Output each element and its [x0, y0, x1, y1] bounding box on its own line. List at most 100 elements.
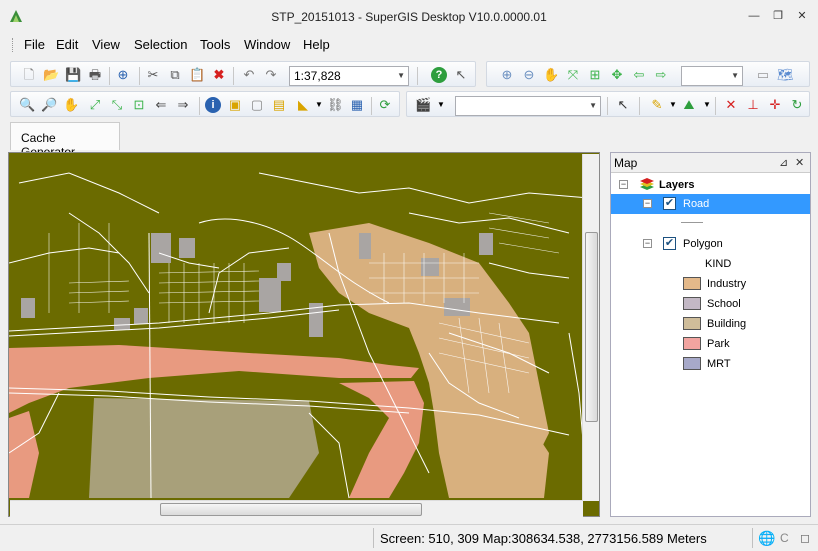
new-document-icon[interactable]: 🗋 [21, 67, 37, 83]
horizontal-scroll-thumb[interactable] [160, 503, 422, 516]
map-horizontal-scrollbar[interactable] [10, 500, 583, 517]
map-scale-combo[interactable]: 1:37,828 ▼ [289, 66, 409, 86]
tab-cache-generator[interactable]: Cache Generator [10, 122, 120, 159]
menu-selection[interactable]: Selection [134, 37, 187, 52]
pan-hand-icon[interactable]: ✋ [543, 67, 559, 83]
navigation-combo[interactable]: ▼ [681, 66, 743, 86]
select-features-icon[interactable]: ▣ [227, 97, 243, 113]
print-icon[interactable]: 🖶 [87, 67, 103, 83]
layout-icon[interactable]: ▭ [755, 67, 771, 83]
previous-extent-icon[interactable]: ⇦ [631, 67, 647, 83]
menu-tools[interactable]: Tools [200, 37, 230, 52]
delete-icon[interactable]: ✖ [211, 67, 227, 83]
window-title: STP_20151013 - SuperGIS Desktop V10.0.00… [271, 10, 547, 24]
whats-this-icon[interactable]: ↖ [453, 67, 469, 83]
redo-icon[interactable]: ↷ [263, 67, 279, 83]
menu-grip[interactable] [12, 38, 15, 52]
close-window-button[interactable]: ✕ [794, 8, 810, 24]
editor-icon[interactable]: 🎬 [415, 97, 431, 113]
close-panel-icon[interactable]: ✕ [795, 156, 804, 169]
grid-icon[interactable]: ▦ [349, 97, 365, 113]
select-by-attribute-icon[interactable]: ▤ [271, 97, 287, 113]
next-extent-icon[interactable]: ⇨ [653, 67, 669, 83]
perpendicular-icon[interactable]: ⊥ [745, 97, 761, 113]
chevron-down-icon[interactable]: ▼ [589, 101, 597, 110]
refresh-icon[interactable]: ⟳ [377, 97, 393, 113]
clear-selection-icon[interactable]: ▢ [249, 97, 265, 113]
layer-road-label: Road [683, 198, 710, 210]
legend-label: Industry [707, 278, 747, 290]
sketch-pencil-icon[interactable]: ✎ [649, 97, 665, 113]
move-vertex-icon[interactable]: ✛ [767, 97, 783, 113]
restore-button[interactable]: ❐ [770, 8, 786, 24]
collapse-icon[interactable]: − [643, 199, 652, 208]
layer-polygon-checkbox[interactable]: ✔ [663, 237, 676, 250]
menu-help[interactable]: Help [303, 37, 330, 52]
chevron-down-icon[interactable]: ▼ [311, 97, 327, 113]
legend-item-park[interactable]: Park [611, 334, 810, 354]
edit-tool-icon[interactable]: ↖ [615, 97, 631, 113]
zoom-to-layer-icon[interactable]: ⤡ [109, 97, 125, 113]
identify-icon[interactable]: i [205, 97, 221, 113]
toc-root-layers[interactable]: − Layers [611, 175, 810, 195]
zoom-in-icon[interactable]: 🔍 [19, 97, 35, 113]
menu-window[interactable]: Window [244, 37, 290, 52]
chevron-down-icon[interactable]: ▼ [665, 97, 681, 113]
cut-icon[interactable]: ✂ [145, 67, 161, 83]
zoom-out-icon[interactable]: 🔎 [41, 97, 57, 113]
collapse-icon[interactable]: − [643, 239, 652, 248]
full-extent-icon[interactable]: ⤢ [87, 97, 103, 113]
fixed-zoom-out-icon[interactable]: ⊖ [521, 67, 537, 83]
editor-toolbar: 🎬 ▼ ▼ ↖ ✎ ▼ ⛰ ▼ ✕ ⊥ ✛ ↻ [406, 91, 810, 117]
chevron-down-icon[interactable]: ▼ [397, 71, 405, 80]
legend-item-school[interactable]: School [611, 294, 810, 314]
zoom-layer-icon[interactable]: ⊞ [587, 67, 603, 83]
undo-icon[interactable]: ↶ [241, 67, 257, 83]
map-canvas[interactable] [8, 152, 600, 517]
toc-layer-road[interactable]: − ✔ Road [611, 194, 810, 214]
delete-vertex-icon[interactable]: ✕ [723, 97, 739, 113]
map-vertical-scrollbar[interactable] [582, 154, 599, 501]
legend-item-mrt[interactable]: MRT [611, 354, 810, 374]
menu-edit[interactable]: Edit [56, 37, 78, 52]
menu-file[interactable]: File [24, 37, 45, 52]
map-rendering[interactable] [9, 153, 600, 517]
vertical-scroll-thumb[interactable] [585, 232, 598, 422]
pan-icon[interactable]: ✋ [63, 97, 79, 113]
globe-icon[interactable]: 🌐 [758, 530, 775, 547]
zoom-to-selected-icon[interactable]: ⊡ [131, 97, 147, 113]
target-layer-combo[interactable]: ▼ [455, 96, 601, 116]
forward-arrow-icon[interactable]: ⇒ [175, 97, 191, 113]
back-arrow-icon[interactable]: ⇐ [153, 97, 169, 113]
collapse-icon[interactable]: − [619, 180, 628, 189]
vertex-edit-icon[interactable]: ⛰ [681, 97, 697, 113]
open-folder-icon[interactable]: 📂 [43, 67, 59, 83]
toc-panel-header: Map ⊿ ✕ [611, 153, 810, 173]
chevron-down-icon[interactable]: ▼ [433, 97, 449, 113]
toc-panel-title: Map [614, 156, 638, 170]
toc-layer-polygon[interactable]: − ✔ Polygon [611, 234, 810, 254]
copy-icon[interactable]: ⧉ [167, 67, 183, 83]
measure-icon[interactable]: ◣ [295, 97, 311, 113]
map-view-icon[interactable]: 🗺 [777, 67, 794, 83]
legend-item-industry[interactable]: Industry [611, 274, 810, 294]
add-data-icon[interactable]: ⊕ [115, 67, 131, 83]
fixed-zoom-in-icon[interactable]: ⊕ [499, 67, 515, 83]
chevron-down-icon[interactable]: ▼ [731, 71, 739, 80]
hyperlink-icon[interactable]: ⛓ [327, 97, 344, 113]
rotate-icon[interactable]: ↻ [789, 97, 805, 113]
help-icon[interactable]: ? [431, 67, 447, 83]
full-extent-icon[interactable]: ⤧ [565, 67, 581, 83]
toolbar-separator [233, 67, 234, 85]
chevron-down-icon[interactable]: ▼ [699, 97, 715, 113]
pin-icon[interactable]: ⊿ [779, 156, 788, 169]
menu-view[interactable]: View [92, 37, 120, 52]
layer-road-checkbox[interactable]: ✔ [663, 197, 676, 210]
paste-icon[interactable]: 📋 [189, 67, 205, 83]
status-separator [752, 528, 753, 548]
toolbar-separator [417, 67, 418, 85]
minimize-button[interactable]: — [746, 8, 762, 24]
save-icon[interactable]: 💾 [65, 67, 81, 83]
zoom-selection-icon[interactable]: ✥ [609, 67, 625, 83]
legend-item-building[interactable]: Building [611, 314, 810, 334]
